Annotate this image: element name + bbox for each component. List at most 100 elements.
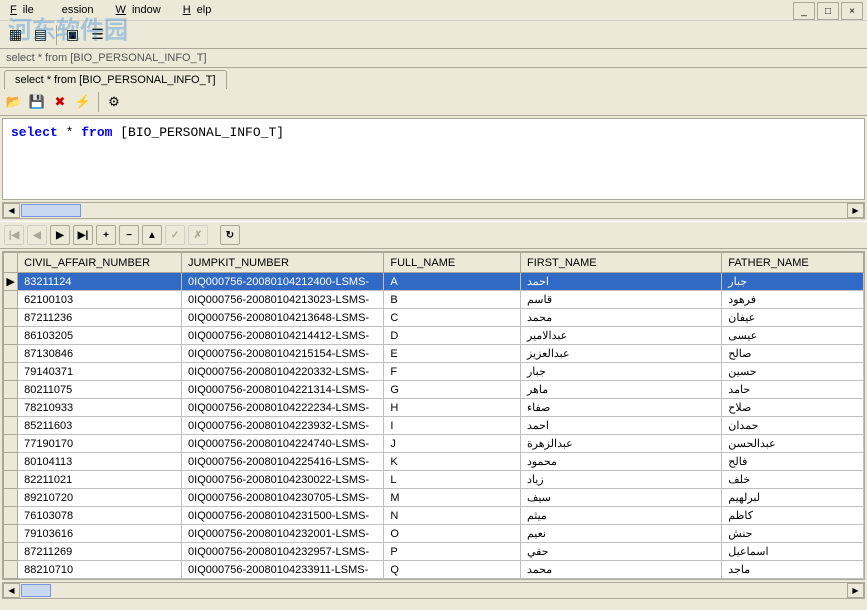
cell-full[interactable]: H [384, 399, 521, 417]
commit-button[interactable]: ✓ [165, 225, 185, 245]
cell-civil[interactable]: 87211269 [18, 543, 182, 561]
cell-full[interactable]: M [384, 489, 521, 507]
minimize-button[interactable]: _ [793, 2, 815, 20]
cell-father[interactable]: اسماعيل [722, 543, 864, 561]
cell-first[interactable]: نعيم [520, 525, 721, 543]
cell-first[interactable]: محمد [520, 561, 721, 579]
table-row[interactable]: 761030780IQ000756-20080104231500-LSMS-Nم… [4, 507, 864, 525]
menu-file[interactable]: File [4, 2, 46, 18]
cell-full[interactable]: G [384, 381, 521, 399]
table-row[interactable]: 802110750IQ000756-20080104221314-LSMS-Gم… [4, 381, 864, 399]
cell-civil[interactable]: 82211021 [18, 471, 182, 489]
refresh-button[interactable]: ↻ [220, 225, 240, 245]
cell-full[interactable]: E [384, 345, 521, 363]
table-row[interactable]: 861032050IQ000756-20080104214412-LSMS-Dع… [4, 327, 864, 345]
sql-editor[interactable]: select * from [BIO_PERSONAL_INFO_T] [2, 118, 865, 200]
cell-jumpkit[interactable]: 0IQ000756-20080104233911-LSMS- [182, 561, 384, 579]
table-row[interactable]: 852116030IQ000756-20080104223932-LSMS-Iا… [4, 417, 864, 435]
cell-civil[interactable]: 89210720 [18, 489, 182, 507]
toolbar-btn-4[interactable]: ☰ [86, 24, 109, 46]
options-icon[interactable]: ⚙ [104, 92, 124, 112]
grid-scroll-thumb[interactable] [21, 584, 51, 597]
table-row[interactable]: 892107200IQ000756-20080104230705-LSMS-Mس… [4, 489, 864, 507]
cell-jumpkit[interactable]: 0IQ000756-20080104231500-LSMS- [182, 507, 384, 525]
cell-civil[interactable]: 79103616 [18, 525, 182, 543]
nav-first-button[interactable]: |◀ [4, 225, 24, 245]
cell-father[interactable]: عيسى [722, 327, 864, 345]
toolbar-btn-1[interactable]: ▦ [4, 24, 27, 46]
table-row[interactable]: 771901700IQ000756-20080104224740-LSMS-Jع… [4, 435, 864, 453]
cell-jumpkit[interactable]: 0IQ000756-20080104230022-LSMS- [182, 471, 384, 489]
col-header-firstname[interactable]: FIRST_NAME [520, 253, 721, 273]
cell-first[interactable]: قاسم [520, 291, 721, 309]
col-header-jumpkit[interactable]: JUMPKIT_NUMBER [182, 253, 384, 273]
execute-icon[interactable]: ⚡ [73, 92, 93, 112]
cell-first[interactable]: ميثم [520, 507, 721, 525]
toolbar-btn-3[interactable]: ▣ [61, 24, 84, 46]
col-header-fathername[interactable]: FATHER_NAME [722, 253, 864, 273]
menu-session[interactable]: ession [50, 2, 106, 18]
cell-full[interactable]: O [384, 525, 521, 543]
cell-jumpkit[interactable]: 0IQ000756-20080104223932-LSMS- [182, 417, 384, 435]
table-row[interactable]: 872112360IQ000756-20080104213648-LSMS-Cم… [4, 309, 864, 327]
cell-father[interactable]: جبار [722, 273, 864, 291]
cell-father[interactable]: لبرلهيم [722, 489, 864, 507]
delete-icon[interactable]: ✖ [50, 92, 70, 112]
cell-first[interactable]: حقي [520, 543, 721, 561]
cell-father[interactable]: حامد [722, 381, 864, 399]
col-header-civil[interactable]: CIVIL_AFFAIR_NUMBER [18, 253, 182, 273]
cell-full[interactable]: A [384, 273, 521, 291]
cell-civil[interactable]: 86103205 [18, 327, 182, 345]
cell-jumpkit[interactable]: 0IQ000756-20080104225416-LSMS- [182, 453, 384, 471]
cell-civil[interactable]: 77190170 [18, 435, 182, 453]
cell-father[interactable]: ماجد [722, 561, 864, 579]
grid-hscrollbar[interactable]: ◀ ▶ [2, 582, 865, 599]
cell-full[interactable]: K [384, 453, 521, 471]
cell-jumpkit[interactable]: 0IQ000756-20080104212400-LSMS- [182, 273, 384, 291]
cell-first[interactable]: زياد [520, 471, 721, 489]
cell-first[interactable]: عبدالزهرة [520, 435, 721, 453]
cell-jumpkit[interactable]: 0IQ000756-20080104215154-LSMS- [182, 345, 384, 363]
scroll-left-icon[interactable]: ◀ [3, 203, 20, 218]
cell-first[interactable]: احمد [520, 417, 721, 435]
editor-hscrollbar[interactable]: ◀ ▶ [2, 202, 865, 219]
cell-full[interactable]: P [384, 543, 521, 561]
table-row[interactable]: 791036160IQ000756-20080104232001-LSMS-Oن… [4, 525, 864, 543]
save-icon[interactable]: 💾 [27, 92, 47, 112]
table-row[interactable]: 801041130IQ000756-20080104225416-LSMS-Kم… [4, 453, 864, 471]
table-row[interactable]: 882107100IQ000756-20080104233911-LSMS-Qم… [4, 561, 864, 579]
cell-first[interactable]: سيف [520, 489, 721, 507]
cell-civil[interactable]: 80104113 [18, 453, 182, 471]
nav-last-button[interactable]: ▶| [73, 225, 93, 245]
cell-father[interactable]: حنش [722, 525, 864, 543]
open-icon[interactable]: 📂 [4, 92, 24, 112]
cell-first[interactable]: صفاء [520, 399, 721, 417]
table-row[interactable]: 871308460IQ000756-20080104215154-LSMS-Eع… [4, 345, 864, 363]
cell-jumpkit[interactable]: 0IQ000756-20080104220332-LSMS- [182, 363, 384, 381]
col-header-fullname[interactable]: FULL_NAME [384, 253, 521, 273]
cell-jumpkit[interactable]: 0IQ000756-20080104230705-LSMS- [182, 489, 384, 507]
cell-civil[interactable]: 85211603 [18, 417, 182, 435]
cell-civil[interactable]: 87130846 [18, 345, 182, 363]
cell-jumpkit[interactable]: 0IQ000756-20080104214412-LSMS- [182, 327, 384, 345]
cell-jumpkit[interactable]: 0IQ000756-20080104222234-LSMS- [182, 399, 384, 417]
cell-full[interactable]: I [384, 417, 521, 435]
menu-help[interactable]: Help [177, 2, 224, 18]
query-tab[interactable]: select * from [BIO_PERSONAL_INFO_T] [4, 70, 227, 89]
cell-jumpkit[interactable]: 0IQ000756-20080104224740-LSMS- [182, 435, 384, 453]
cell-first[interactable]: عبدالامير [520, 327, 721, 345]
cell-father[interactable]: كاظم [722, 507, 864, 525]
cell-full[interactable]: Q [384, 561, 521, 579]
cell-father[interactable]: عبدالحسن [722, 435, 864, 453]
cell-full[interactable]: L [384, 471, 521, 489]
menu-window[interactable]: Window [110, 2, 173, 18]
cell-full[interactable]: D [384, 327, 521, 345]
grid-scroll-left-icon[interactable]: ◀ [3, 583, 20, 598]
cell-father[interactable]: خلف [722, 471, 864, 489]
cell-first[interactable]: جبار [520, 363, 721, 381]
cell-first[interactable]: عبدالعزيز [520, 345, 721, 363]
cell-full[interactable]: J [384, 435, 521, 453]
close-button[interactable]: × [841, 2, 863, 20]
cell-jumpkit[interactable]: 0IQ000756-20080104213023-LSMS- [182, 291, 384, 309]
cell-full[interactable]: B [384, 291, 521, 309]
